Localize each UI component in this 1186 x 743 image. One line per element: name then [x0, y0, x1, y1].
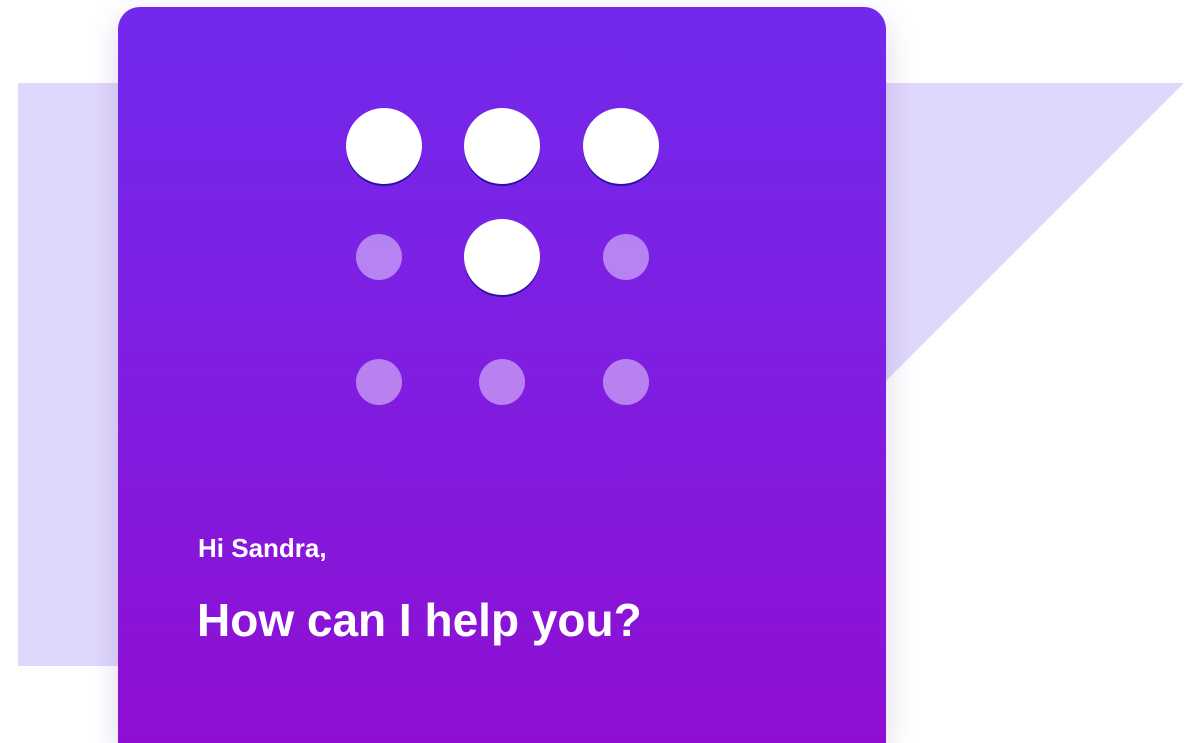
dot-large-top-right	[583, 108, 659, 184]
assistant-card: Hi Sandra, How can I help you?	[118, 7, 886, 743]
dot-small-bottom-right	[603, 359, 649, 405]
greeting-text: Hi Sandra,	[198, 533, 327, 563]
assistant-welcome-screen: Hi Sandra, How can I help you?	[0, 0, 1186, 743]
dot-small-bottom-left	[356, 359, 402, 405]
dot-small-middle-left	[356, 234, 402, 280]
dot-large-top-center	[464, 108, 540, 184]
dot-small-bottom-center	[479, 359, 525, 405]
dot-small-middle-right	[603, 234, 649, 280]
help-prompt-text: How can I help you?	[197, 594, 642, 646]
dot-large-top-left	[346, 108, 422, 184]
dot-large-middle-center	[464, 219, 540, 295]
dot-grid-icon	[118, 7, 886, 427]
